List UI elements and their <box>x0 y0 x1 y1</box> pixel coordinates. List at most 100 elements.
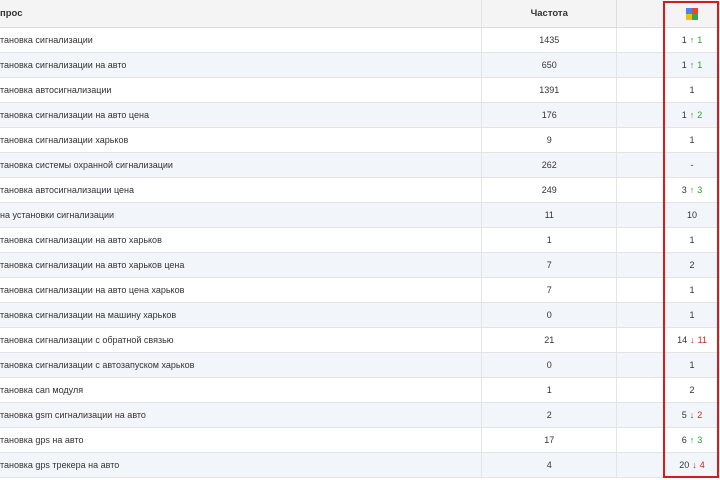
table-row[interactable]: тановка сигнализации на машину харьков 0… <box>0 303 720 328</box>
position-cell: 1 <box>664 303 720 327</box>
position-change-value: 2 <box>697 110 703 120</box>
change-arrow-icon: ↓ <box>692 460 697 470</box>
table-header: прос Частота <box>0 0 720 28</box>
keyword-positions-table: прос Частота тановка сигнализации 1435 1… <box>0 0 720 478</box>
query-cell: тановка gps трекера на авто <box>0 453 483 477</box>
spacer-cell <box>617 203 664 227</box>
change-arrow-icon: ↑ <box>689 60 695 70</box>
change-arrow-icon: ↓ <box>690 335 695 345</box>
position-value: 1 <box>689 135 695 145</box>
frequency-column-header[interactable]: Частота <box>482 0 618 27</box>
table-row[interactable]: тановка gps на авто 17 6 ↑ 3 <box>0 428 720 453</box>
query-cell: тановка gsm сигнализации на авто <box>0 403 483 427</box>
table-row[interactable]: тановка сигнализации на авто харьков 1 1 <box>0 228 720 253</box>
query-cell: на установки сигнализации <box>0 203 483 227</box>
query-cell: тановка автосигнализации цена <box>0 178 483 202</box>
position-cell: 1 ↑ 2 <box>664 103 720 127</box>
spacer-cell <box>617 453 664 477</box>
table-row[interactable]: тановка gsm сигнализации на авто 2 5 ↓ 2 <box>0 403 720 428</box>
position-cell: 20 ↓ 4 <box>664 453 720 477</box>
position-cell: 1 ↑ 1 <box>664 53 720 77</box>
spacer-cell <box>617 78 664 102</box>
spacer-cell <box>617 28 664 52</box>
position-value: 5 <box>681 410 687 420</box>
position-value: 1 <box>689 285 695 295</box>
position-value: 1 <box>689 310 695 320</box>
query-column-header[interactable]: прос <box>0 0 483 27</box>
query-cell: тановка сигнализации на машину харьков <box>0 303 483 327</box>
frequency-cell: 1391 <box>482 78 618 102</box>
position-value: 1 <box>681 60 687 70</box>
frequency-cell: 1 <box>482 378 618 402</box>
frequency-cell: 249 <box>482 178 618 202</box>
frequency-cell: 176 <box>482 103 618 127</box>
table-row[interactable]: тановка gps трекера на авто 4 20 ↓ 4 <box>0 453 720 478</box>
position-change-value: 1 <box>697 35 703 45</box>
frequency-cell: 7 <box>482 253 618 277</box>
table-row[interactable]: тановка системы охранной сигнализации 26… <box>0 153 720 178</box>
table-row[interactable]: тановка сигнализации с автозапуском харь… <box>0 353 720 378</box>
position-value: 2 <box>689 385 695 395</box>
table-row[interactable]: тановка автосигнализации 1391 1 <box>0 78 720 103</box>
position-value: 6 <box>681 435 687 445</box>
table-row[interactable]: тановка сигнализации на авто цена харько… <box>0 278 720 303</box>
position-value: 10 <box>687 210 698 220</box>
google-icon <box>686 7 699 20</box>
spacer-cell <box>617 103 664 127</box>
position-cell: 5 ↓ 2 <box>664 403 720 427</box>
spacer-column-header <box>617 0 664 27</box>
position-cell: 1 <box>664 278 720 302</box>
frequency-cell: 21 <box>482 328 618 352</box>
position-cell: 2 <box>664 378 720 402</box>
table-row[interactable]: на установки сигнализации 11 10 <box>0 203 720 228</box>
change-arrow-icon: ↑ <box>689 35 695 45</box>
position-value: 14 <box>677 335 688 345</box>
frequency-cell: 11 <box>482 203 618 227</box>
table-row[interactable]: тановка сигнализации на авто харьков цен… <box>0 253 720 278</box>
query-cell: тановка сигнализации с автозапуском харь… <box>0 353 483 377</box>
change-arrow-icon: ↑ <box>689 435 695 445</box>
spacer-cell <box>617 428 664 452</box>
table-row[interactable]: тановка автосигнализации цена 249 3 ↑ 3 <box>0 178 720 203</box>
position-value: 3 <box>681 185 687 195</box>
position-value: 1 <box>689 235 695 245</box>
position-change-value: 3 <box>697 435 703 445</box>
position-change-value: 11 <box>697 335 707 345</box>
table-row[interactable]: тановка сигнализации с обратной связью 2… <box>0 328 720 353</box>
spacer-cell <box>617 253 664 277</box>
query-cell: тановка can модуля <box>0 378 483 402</box>
spacer-cell <box>617 303 664 327</box>
query-cell: тановка системы охранной сигнализации <box>0 153 483 177</box>
position-change-value: 1 <box>697 60 703 70</box>
frequency-cell: 0 <box>482 353 618 377</box>
frequency-cell: 2 <box>482 403 618 427</box>
frequency-cell: 262 <box>482 153 618 177</box>
position-change-value: 4 <box>699 460 705 470</box>
query-cell: тановка gps на авто <box>0 428 483 452</box>
google-column-header[interactable] <box>664 0 720 27</box>
position-cell: 2 <box>664 253 720 277</box>
position-cell: 14 ↓ 11 <box>664 328 720 352</box>
query-cell: тановка сигнализации на авто цена <box>0 103 483 127</box>
position-value: 2 <box>689 260 695 270</box>
frequency-cell: 17 <box>482 428 618 452</box>
spacer-cell <box>617 403 664 427</box>
frequency-cell: 1435 <box>482 28 618 52</box>
frequency-cell: 650 <box>482 53 618 77</box>
position-cell: 1 <box>664 353 720 377</box>
table-row[interactable]: тановка сигнализации на авто 650 1 ↑ 1 <box>0 53 720 78</box>
spacer-cell <box>617 153 664 177</box>
spacer-cell <box>617 378 664 402</box>
position-value: 1 <box>689 85 695 95</box>
table-row[interactable]: тановка сигнализации харьков 9 1 <box>0 128 720 153</box>
position-cell: - <box>664 153 720 177</box>
table-row[interactable]: тановка can модуля 1 2 <box>0 378 720 403</box>
table-row[interactable]: тановка сигнализации 1435 1 ↑ 1 <box>0 28 720 53</box>
frequency-cell: 1 <box>482 228 618 252</box>
spacer-cell <box>617 328 664 352</box>
position-value: 1 <box>681 35 687 45</box>
query-cell: тановка сигнализации на авто <box>0 53 483 77</box>
query-cell: тановка сигнализации на авто цена харько… <box>0 278 483 302</box>
table-row[interactable]: тановка сигнализации на авто цена 176 1 … <box>0 103 720 128</box>
frequency-cell: 9 <box>482 128 618 152</box>
